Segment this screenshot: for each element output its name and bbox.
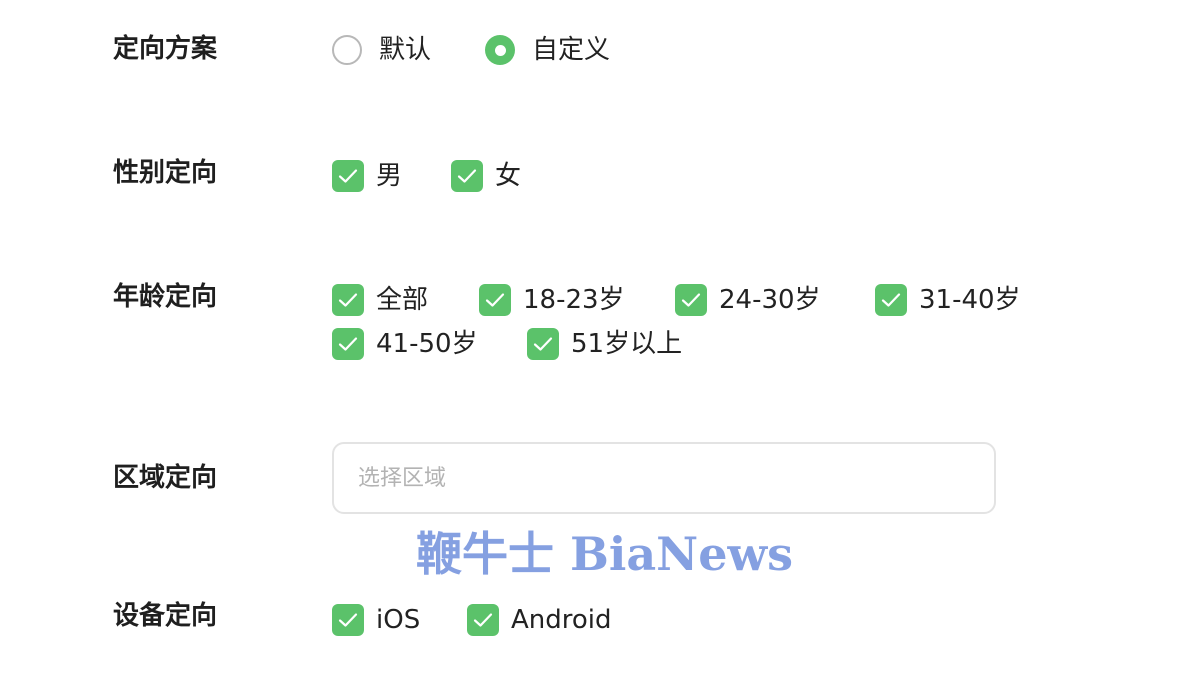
watermark-logo: 鞭牛士 BiaNews [416,527,793,581]
age-option-24-30[interactable]: 24-30岁 [675,282,821,318]
age-option-all[interactable]: 全部 [332,282,428,318]
age-option-24-30-label: 24-30岁 [719,285,821,315]
device-option-android-label: Android [511,605,612,635]
region-select-input[interactable] [332,442,996,514]
checkmark-icon[interactable] [675,284,707,316]
age-option-31-40-label: 31-40岁 [919,285,1021,315]
age-option-41-50[interactable]: 41-50岁 [332,326,478,362]
age-option-41-50-label: 41-50岁 [376,329,478,359]
strategy-option-default-label: 默认 [379,35,432,65]
strategy-option-custom-label: 自定义 [532,35,611,65]
age-option-51-plus[interactable]: 51岁以上 [527,326,682,362]
radio-unselected-icon[interactable] [332,35,362,65]
radio-selected-icon[interactable] [485,35,515,65]
age-label: 年龄定向 [113,282,218,312]
age-option-all-label: 全部 [376,285,429,315]
region-label: 区域定向 [113,463,218,493]
age-option-18-23-label: 18-23岁 [523,285,625,315]
age-option-31-40[interactable]: 31-40岁 [875,282,1021,318]
strategy-option-default[interactable]: 默认 [332,32,431,68]
checkmark-icon[interactable] [332,604,364,636]
gender-option-female[interactable]: 女 [451,158,521,194]
checkmark-icon[interactable] [875,284,907,316]
age-option-18-23[interactable]: 18-23岁 [479,282,625,318]
checkmark-icon[interactable] [467,604,499,636]
checkmark-icon[interactable] [332,284,364,316]
device-label: 设备定向 [113,601,218,631]
gender-option-male[interactable]: 男 [332,158,402,194]
strategy-option-custom[interactable]: 自定义 [485,32,610,68]
checkmark-icon[interactable] [479,284,511,316]
checkmark-icon[interactable] [451,160,483,192]
checkmark-icon[interactable] [332,328,364,360]
age-option-51-plus-label: 51岁以上 [571,329,683,359]
device-option-ios-label: iOS [376,605,421,635]
strategy-label: 定向方案 [113,34,218,64]
checkmark-icon[interactable] [332,160,364,192]
device-option-android[interactable]: Android [467,602,612,638]
gender-label: 性别定向 [113,158,218,188]
device-option-ios[interactable]: iOS [332,602,420,638]
gender-option-female-label: 女 [495,161,522,191]
checkmark-icon[interactable] [527,328,559,360]
gender-option-male-label: 男 [376,161,403,191]
